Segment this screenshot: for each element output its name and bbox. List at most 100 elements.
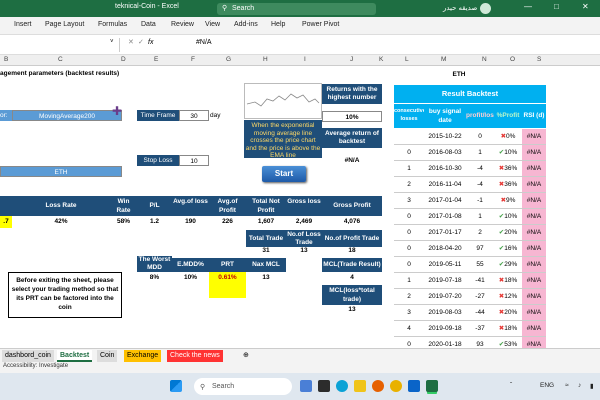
- tab-power-pivot[interactable]: Power Pivot: [302, 21, 339, 28]
- bt-cell-profit-loss[interactable]: 55: [466, 257, 494, 273]
- bt-cell-rsi[interactable]: #N/A: [522, 337, 546, 348]
- bt-cell-date[interactable]: 2019-05-11: [424, 257, 466, 273]
- bt-cell-date[interactable]: 2017-01-08: [424, 209, 466, 225]
- bt-cell-date[interactable]: 2015-10-22: [424, 129, 466, 145]
- meet-icon[interactable]: [300, 380, 312, 392]
- bt-cell-profit-loss[interactable]: 93: [466, 337, 494, 348]
- bt-cell-profit-loss[interactable]: -44: [466, 305, 494, 321]
- stop-loss-input[interactable]: 10: [179, 155, 209, 166]
- windows-start-icon[interactable]: [170, 380, 182, 392]
- bt-cell-rsi[interactable]: #N/A: [522, 177, 546, 193]
- volume-icon[interactable]: ♪: [578, 382, 581, 389]
- bt-cell-consecutive[interactable]: 0: [394, 241, 424, 257]
- bt-cell-profit-loss[interactable]: -1: [466, 193, 494, 209]
- tab-help[interactable]: Help: [271, 21, 285, 28]
- bt-cell-pct-profit[interactable]: ✖18%: [494, 321, 522, 337]
- col-k[interactable]: K: [379, 56, 383, 63]
- bt-cell-pct-profit[interactable]: ✔10%: [494, 145, 522, 161]
- tab-view[interactable]: View: [205, 21, 220, 28]
- bt-cell-date[interactable]: 2019-07-20: [424, 289, 466, 305]
- tab-coin[interactable]: Coin: [97, 350, 118, 362]
- bt-cell-profit-loss[interactable]: -4: [466, 161, 494, 177]
- indicator-select[interactable]: MovingAverage200: [12, 110, 122, 121]
- bt-cell-rsi[interactable]: #N/A: [522, 305, 546, 321]
- bt-cell-consecutive[interactable]: 4: [394, 321, 424, 337]
- tab-formulas[interactable]: Formulas: [98, 21, 127, 28]
- col-g[interactable]: G: [226, 56, 231, 63]
- bt-cell-pct-profit[interactable]: ✖36%: [494, 177, 522, 193]
- add-sheet-icon[interactable]: ⊕: [240, 350, 252, 362]
- search-box[interactable]: Search: [217, 3, 376, 15]
- bt-cell-rsi[interactable]: #N/A: [522, 241, 546, 257]
- bt-cell-profit-loss[interactable]: 2: [466, 225, 494, 241]
- bt-cell-profit-loss[interactable]: -41: [466, 273, 494, 289]
- col-j[interactable]: J: [350, 56, 353, 63]
- col-i[interactable]: I: [304, 56, 306, 63]
- plus-icon[interactable]: ✚: [110, 104, 124, 118]
- col-e[interactable]: E: [154, 56, 158, 63]
- bt-cell-pct-profit[interactable]: ✔10%: [494, 209, 522, 225]
- col-l[interactable]: L: [405, 56, 409, 63]
- taskbar-search[interactable]: Search: [194, 378, 292, 395]
- chrome-icon[interactable]: [390, 380, 402, 392]
- bt-cell-consecutive[interactable]: 0: [394, 257, 424, 273]
- bt-cell-date[interactable]: 2019-08-03: [424, 305, 466, 321]
- time-frame-input[interactable]: 30: [179, 110, 209, 121]
- col-h[interactable]: H: [263, 56, 268, 63]
- bt-cell-consecutive[interactable]: 1: [394, 161, 424, 177]
- task-view-icon[interactable]: [318, 380, 330, 392]
- bt-cell-pct-profit[interactable]: ✖20%: [494, 305, 522, 321]
- coin-select[interactable]: ETH: [0, 166, 122, 177]
- bt-cell-rsi[interactable]: #N/A: [522, 129, 546, 145]
- bt-cell-date[interactable]: 2017-01-17: [424, 225, 466, 241]
- bt-cell-rsi[interactable]: #N/A: [522, 225, 546, 241]
- bt-cell-pct-profit[interactable]: ✖12%: [494, 289, 522, 305]
- tab-review[interactable]: Review: [171, 21, 194, 28]
- bt-cell-date[interactable]: 2016-10-30: [424, 161, 466, 177]
- bt-cell-profit-loss[interactable]: 1: [466, 209, 494, 225]
- bt-cell-consecutive[interactable]: 0: [394, 209, 424, 225]
- col-s[interactable]: S: [537, 56, 541, 63]
- excel-icon[interactable]: [426, 380, 438, 392]
- tab-add-ins[interactable]: Add-ins: [234, 21, 258, 28]
- chevron-down-icon[interactable]: ˅: [110, 39, 114, 45]
- bt-cell-rsi[interactable]: #N/A: [522, 321, 546, 337]
- bt-cell-consecutive[interactable]: 3: [394, 193, 424, 209]
- input-language[interactable]: ENG: [540, 382, 554, 389]
- bt-cell-pct-profit[interactable]: ✔20%: [494, 225, 522, 241]
- bt-cell-consecutive[interactable]: [394, 129, 424, 145]
- close-icon[interactable]: ✕: [582, 2, 589, 11]
- accessibility-status[interactable]: Accessibility: Investigate: [3, 363, 68, 369]
- battery-icon[interactable]: ▮: [590, 382, 594, 390]
- edge-icon[interactable]: [336, 380, 348, 392]
- bt-cell-consecutive[interactable]: 2: [394, 177, 424, 193]
- bt-cell-profit-loss[interactable]: 1: [466, 145, 494, 161]
- bt-cell-pct-profit[interactable]: ✔29%: [494, 257, 522, 273]
- bt-cell-pct-profit[interactable]: ✖36%: [494, 161, 522, 177]
- outlook-icon[interactable]: [408, 380, 420, 392]
- tab-data[interactable]: Data: [141, 21, 156, 28]
- name-box[interactable]: [0, 38, 120, 52]
- bt-cell-rsi[interactable]: #N/A: [522, 145, 546, 161]
- start-button[interactable]: Start: [262, 166, 306, 182]
- cancel-icon[interactable]: ✕: [128, 38, 134, 46]
- bt-cell-profit-loss[interactable]: -27: [466, 289, 494, 305]
- formula-input[interactable]: #N/A: [196, 39, 212, 46]
- col-o[interactable]: O: [510, 56, 515, 63]
- bt-cell-consecutive[interactable]: 2: [394, 289, 424, 305]
- tray-chevron-icon[interactable]: ˆ: [510, 382, 512, 389]
- bt-cell-profit-loss[interactable]: 0: [466, 129, 494, 145]
- bt-cell-date[interactable]: 2017-01-04: [424, 193, 466, 209]
- bt-cell-pct-profit[interactable]: ✔16%: [494, 241, 522, 257]
- bt-cell-date[interactable]: 2018-04-20: [424, 241, 466, 257]
- col-d[interactable]: D: [121, 56, 126, 63]
- bt-cell-date[interactable]: 2016-08-03: [424, 145, 466, 161]
- col-c[interactable]: C: [58, 56, 63, 63]
- fx-label[interactable]: fx: [148, 39, 153, 46]
- col-f[interactable]: F: [191, 56, 195, 63]
- tab-insert[interactable]: Insert: [14, 21, 32, 28]
- bt-cell-pct-profit[interactable]: ✖9%: [494, 193, 522, 209]
- enter-icon[interactable]: ✓: [138, 38, 144, 46]
- bt-cell-rsi[interactable]: #N/A: [522, 289, 546, 305]
- bt-cell-pct-profit[interactable]: ✖0%: [494, 129, 522, 145]
